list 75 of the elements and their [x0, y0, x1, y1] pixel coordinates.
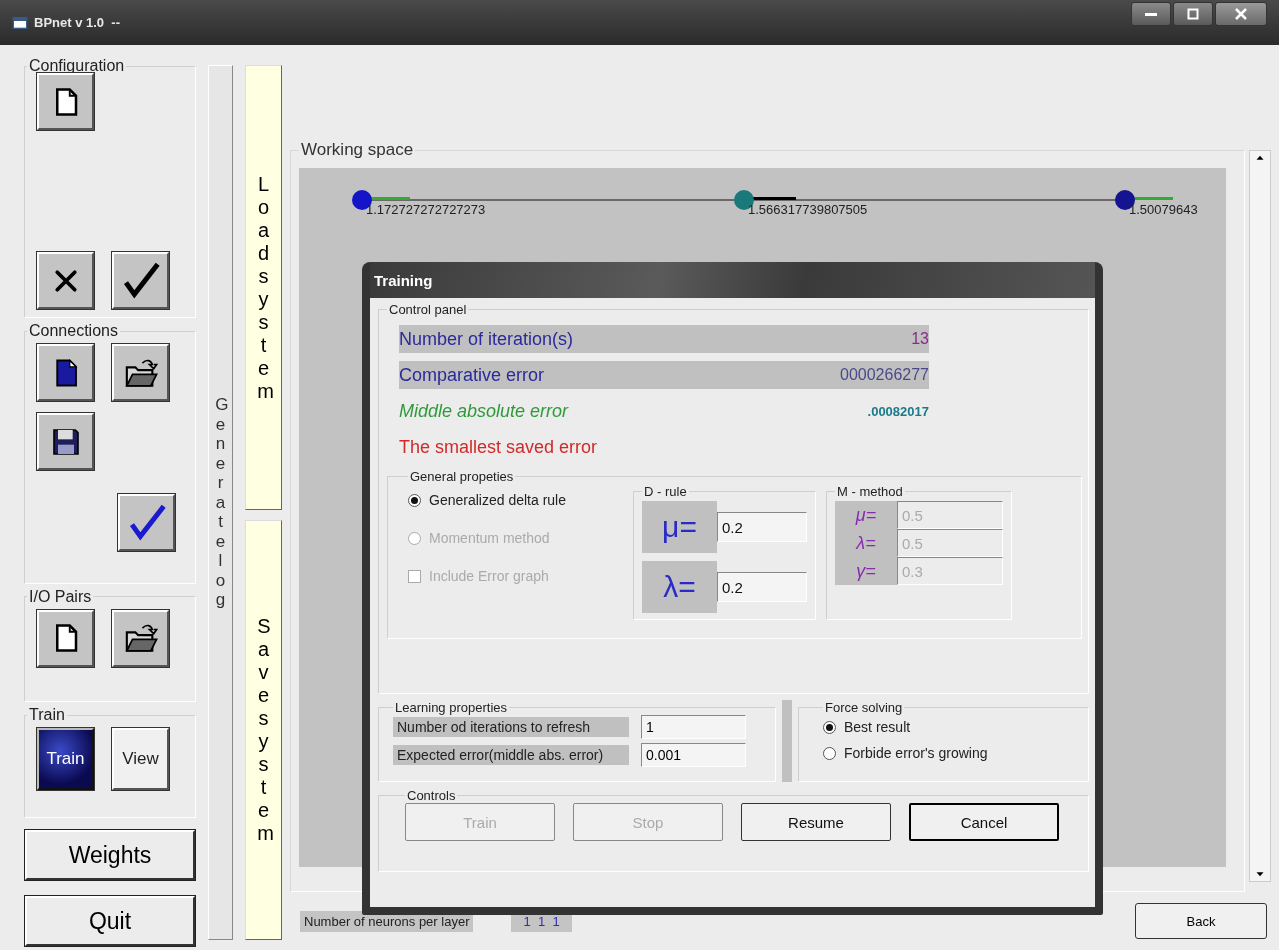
maximize-icon: [1187, 8, 1199, 20]
load-system-button[interactable]: Load system: [245, 65, 282, 510]
group-title: Configuration: [28, 57, 126, 75]
icon-button[interactable]: [112, 609, 169, 667]
group-title: Working space: [300, 140, 415, 160]
parameter-symbol: λ=: [854, 531, 877, 555]
parameter-field: 0.5: [897, 501, 1003, 529]
group-title: Train: [28, 706, 66, 725]
back-button[interactable]: Back: [1135, 903, 1267, 939]
dialog-button: Train: [405, 803, 555, 841]
app-icon: [12, 14, 28, 31]
field-label: Number od iterations to refresh: [393, 717, 629, 737]
radio-button[interactable]: [823, 746, 836, 760]
save-system-button[interactable]: Save system: [245, 520, 282, 940]
parameter-field[interactable]: 0.2: [717, 572, 807, 602]
field-label: Expected error(middle abs. error): [393, 745, 629, 765]
parameter-field: 0.5: [897, 529, 1003, 557]
icon-button[interactable]: [37, 413, 94, 471]
parameter-field[interactable]: 0.2: [717, 512, 807, 542]
text-field[interactable]: 0.001: [641, 743, 746, 767]
dialog-button[interactable]: Resume: [741, 803, 891, 841]
icon-button[interactable]: [112, 252, 169, 310]
node-value: 1.50079643: [1129, 202, 1198, 217]
dialog-button: Stop: [573, 803, 723, 841]
parameter-symbol: μ=: [642, 501, 717, 553]
icon-button[interactable]: [37, 252, 94, 310]
view-button[interactable]: View: [112, 728, 169, 791]
dialog-button[interactable]: Cancel: [909, 803, 1059, 841]
group-title: General propeties: [409, 469, 515, 484]
stat-label: Number of iteration(s): [399, 328, 574, 350]
radio-button[interactable]: [823, 720, 836, 734]
radio-button[interactable]: [408, 493, 421, 507]
window-title: BPnet v 1.0 --: [34, 15, 121, 30]
stat-value: 0000266277: [840, 366, 929, 384]
close-icon: [1235, 8, 1247, 20]
group-title: Controls: [406, 788, 457, 803]
checkbox-option: Include Error graph: [408, 568, 623, 584]
maximize-button[interactable]: [1173, 2, 1213, 26]
group-title: Learning properties: [394, 700, 509, 715]
stat-value: 13: [911, 330, 929, 348]
close-button[interactable]: [1215, 2, 1267, 26]
icon-button[interactable]: [37, 344, 94, 402]
quit-button[interactable]: Quit: [25, 896, 195, 946]
parameter-field: 0.3: [897, 557, 1003, 585]
radio-option[interactable]: Forbide error's growing: [823, 745, 1064, 761]
group-title: Control panel: [388, 302, 468, 317]
train-button[interactable]: Train: [37, 728, 94, 791]
radio-option: Momentum method: [408, 530, 623, 546]
generate-log-button[interactable]: Generate log: [208, 65, 233, 940]
dialog-title: Training: [370, 262, 1095, 298]
group-title: Connections: [28, 322, 119, 341]
node-value: 1.172727272727273: [366, 202, 486, 217]
minimize-icon: [1145, 12, 1157, 16]
icon-button[interactable]: [37, 609, 94, 667]
group-title: M - method: [836, 484, 904, 499]
stat-label: Middle absolute error: [399, 400, 569, 422]
text-field[interactable]: 1: [641, 715, 746, 739]
scrollbar[interactable]: [1249, 150, 1271, 882]
minimize-button[interactable]: [1131, 2, 1171, 26]
icon-button[interactable]: [37, 73, 94, 130]
group-title: D - rule: [643, 484, 688, 499]
weights-button[interactable]: Weights: [25, 830, 195, 881]
radio-option[interactable]: Best result: [823, 719, 1064, 735]
stat-label: Comparative error: [399, 364, 545, 386]
stat-label: The smallest saved error: [399, 436, 598, 458]
radio-option[interactable]: Generalized delta rule: [408, 492, 623, 508]
group-title: I/O Pairs: [28, 587, 93, 606]
parameter-symbol: λ=: [642, 561, 717, 613]
node-value: 1.566317739807505: [748, 202, 868, 217]
stat-value: .00082017: [867, 403, 929, 419]
group-title: Force solving: [824, 700, 904, 715]
parameter-symbol: μ=: [854, 503, 878, 527]
icon-button[interactable]: [112, 344, 169, 402]
parameter-symbol: γ=: [855, 559, 877, 583]
icon-button[interactable]: [118, 494, 175, 552]
